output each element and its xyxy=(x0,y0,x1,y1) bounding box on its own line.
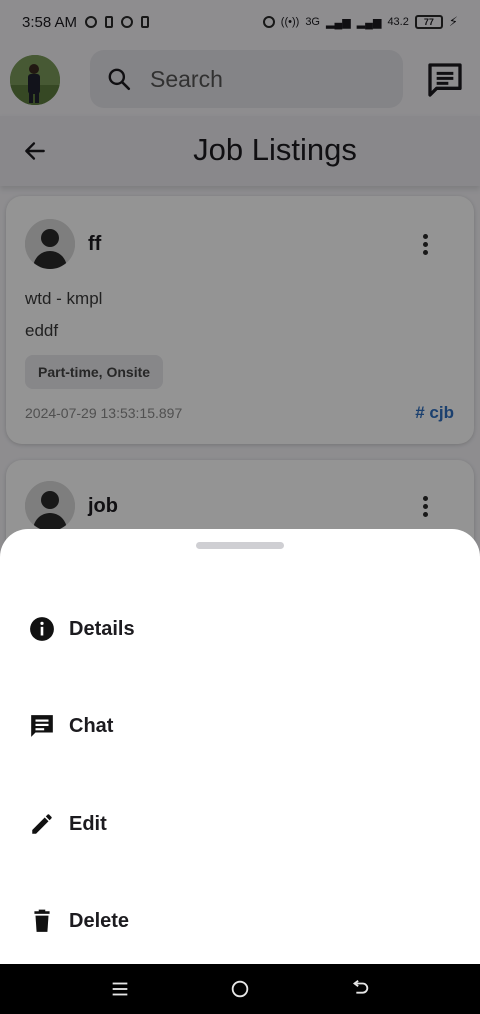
menu-item-label: Delete xyxy=(69,909,130,932)
menu-item-label: Details xyxy=(69,617,135,640)
menu-item-chat[interactable]: Chat xyxy=(0,696,480,756)
drag-handle[interactable] xyxy=(196,542,284,549)
chat-icon xyxy=(28,712,56,740)
trash-icon xyxy=(28,907,56,935)
pencil-icon xyxy=(28,810,56,838)
menu-item-label: Edit xyxy=(69,812,107,835)
menu-item-details[interactable]: Details xyxy=(0,599,480,659)
menu-lines-icon xyxy=(112,982,128,996)
back-nav-button[interactable] xyxy=(340,969,380,1009)
info-icon xyxy=(28,615,56,643)
system-nav-bar xyxy=(0,964,480,1014)
recent-apps-button[interactable] xyxy=(100,969,140,1009)
circle-home-icon xyxy=(231,980,249,998)
home-button[interactable] xyxy=(220,969,260,1009)
app-screen: 3:58 AM ((•)) 3G ▂▄▆ ▂▄▆ 43.2 77 ⚡ Searc… xyxy=(0,0,480,1014)
menu-item-delete[interactable]: Delete xyxy=(0,891,480,951)
back-arrow-icon xyxy=(352,980,369,994)
menu-item-edit[interactable]: Edit xyxy=(0,794,480,854)
menu-item-label: Chat xyxy=(69,714,114,737)
options-bottom-sheet: Details Chat Edit Delete xyxy=(0,529,480,964)
